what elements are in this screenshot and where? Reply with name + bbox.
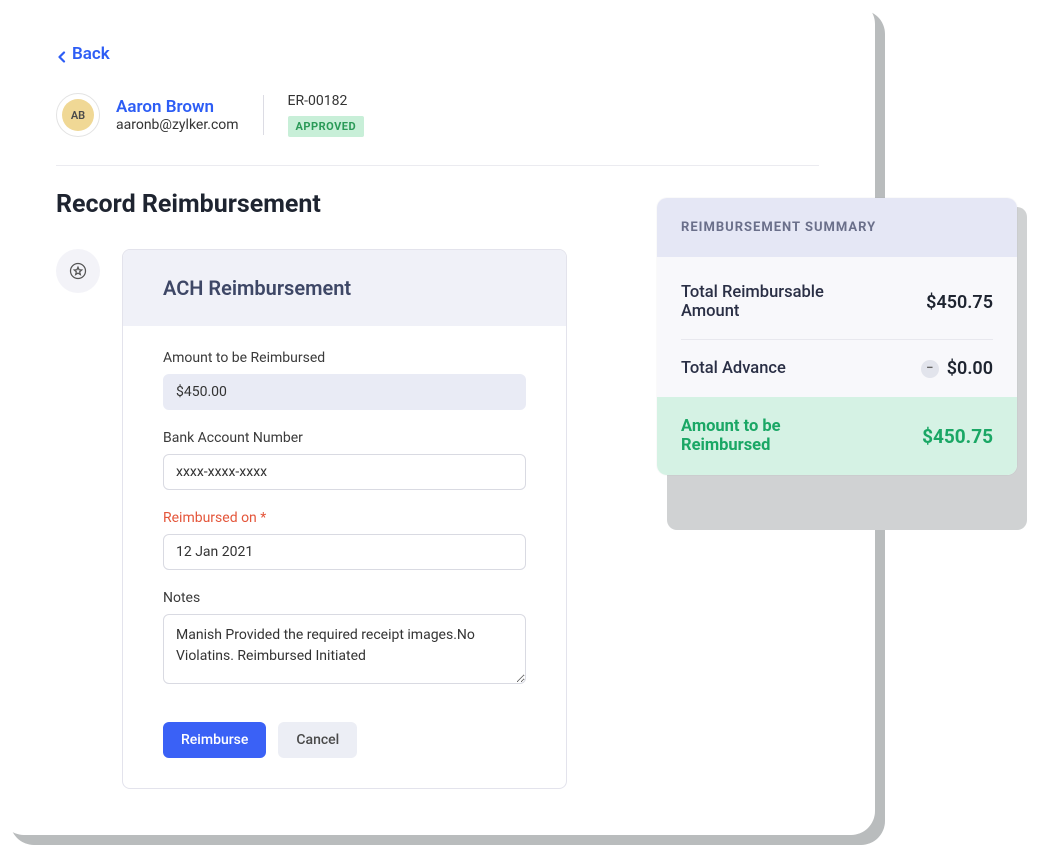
notes-label: Notes: [163, 590, 526, 606]
amount-label: Amount to be Reimbursed: [163, 350, 526, 366]
amount-input[interactable]: [163, 374, 526, 410]
summary-label: Total Advance: [681, 359, 786, 378]
summary-final-value: $450.75: [922, 425, 993, 448]
avatar: AB: [56, 93, 100, 137]
chevron-left-icon: [56, 48, 68, 60]
avatar-initials: AB: [62, 99, 94, 131]
status-badge: APPROVED: [288, 116, 365, 137]
back-label: Back: [72, 44, 110, 64]
form-card-header: ACH Reimbursement: [123, 250, 566, 326]
field-notes: Notes: [163, 590, 526, 688]
summary-row-advance: Total Advance − $0.00: [681, 339, 993, 397]
report-info: ER-00182 APPROVED: [288, 93, 365, 137]
bank-input[interactable]: [163, 454, 526, 490]
header-row: AB Aaron Brown aaronb@zylker.com ER-0018…: [56, 93, 819, 137]
user-email: aaronb@zylker.com: [116, 117, 239, 133]
horizontal-rule: [56, 165, 819, 166]
field-bank: Bank Account Number: [163, 430, 526, 490]
summary-final-label: Amount to be Reimbursed: [681, 417, 861, 455]
form-body: Amount to be Reimbursed Bank Account Num…: [123, 326, 566, 788]
summary-row-reimbursable: Total Reimbursable Amount $450.75: [681, 265, 993, 339]
summary-value: − $0.00: [921, 358, 993, 379]
minus-icon: −: [921, 360, 939, 378]
summary-card: REIMBURSEMENT SUMMARY Total Reimbursable…: [657, 198, 1017, 475]
report-id: ER-00182: [288, 93, 365, 109]
date-input[interactable]: [163, 534, 526, 570]
form-card-title: ACH Reimbursement: [163, 276, 526, 300]
summary-label: Total Reimbursable Amount: [681, 283, 861, 321]
field-date: Reimbursed on *: [163, 510, 526, 570]
reimburse-button[interactable]: Reimburse: [163, 722, 266, 758]
field-amount: Amount to be Reimbursed: [163, 350, 526, 410]
summary-header: REIMBURSEMENT SUMMARY: [657, 198, 1017, 257]
summary-body: Total Reimbursable Amount $450.75 Total …: [657, 257, 1017, 397]
user-info: Aaron Brown aaronb@zylker.com: [116, 97, 239, 133]
bank-label: Bank Account Number: [163, 430, 526, 446]
notes-textarea[interactable]: [163, 614, 526, 684]
back-button[interactable]: Back: [56, 44, 110, 64]
user-name-link[interactable]: Aaron Brown: [116, 97, 239, 117]
reimbursement-form-card: ACH Reimbursement Amount to be Reimburse…: [122, 249, 567, 789]
button-row: Reimburse Cancel: [163, 722, 526, 758]
date-label: Reimbursed on *: [163, 510, 526, 526]
summary-footer: Amount to be Reimbursed $450.75: [657, 397, 1017, 475]
divider: [263, 95, 264, 135]
reimbursement-type-icon: [56, 249, 100, 293]
summary-value-text: $0.00: [947, 358, 993, 379]
cancel-button[interactable]: Cancel: [278, 722, 357, 758]
summary-value: $450.75: [926, 292, 993, 313]
